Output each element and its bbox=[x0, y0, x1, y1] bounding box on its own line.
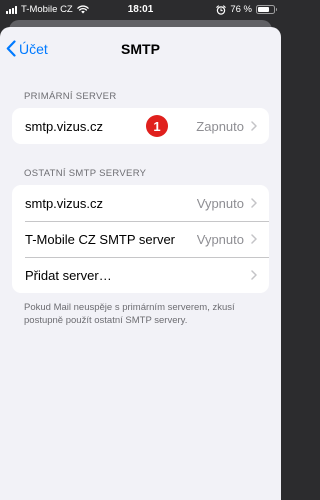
other-servers-header: OSTATNÍ SMTP SERVERY bbox=[24, 168, 147, 179]
chevron-right-icon bbox=[251, 198, 257, 208]
smtp-sheet: Účet SMTP PRIMÁRNÍ SERVER smtp.vizus.cz … bbox=[0, 27, 281, 500]
other-server-row-tmobile[interactable]: T-Mobile CZ SMTP server Vypnuto bbox=[12, 221, 269, 257]
primary-server-label: smtp.vizus.cz bbox=[25, 118, 104, 134]
other-server-status: Vypnuto bbox=[196, 231, 244, 247]
battery-percent: 76 % bbox=[230, 4, 252, 15]
primary-server-row[interactable]: smtp.vizus.cz 1 Zapnuto bbox=[12, 108, 269, 144]
other-servers-group: smtp.vizus.cz Vypnuto T-Mobile CZ SMTP s… bbox=[12, 185, 269, 293]
battery-level bbox=[258, 7, 270, 12]
add-server-label: Přidat server… bbox=[25, 267, 112, 283]
chevron-right-icon bbox=[251, 234, 257, 244]
status-right: 76 % bbox=[216, 4, 277, 15]
add-server-row[interactable]: Přidat server… bbox=[12, 257, 269, 293]
other-server-label: T-Mobile CZ SMTP server bbox=[25, 231, 176, 247]
primary-server-status: Zapnuto bbox=[196, 118, 244, 134]
alarm-icon bbox=[216, 4, 227, 15]
other-server-row-vizus[interactable]: smtp.vizus.cz Vypnuto bbox=[12, 185, 269, 221]
other-server-status: Vypnuto bbox=[196, 195, 244, 211]
chevron-right-icon bbox=[251, 121, 257, 131]
page-title: SMTP bbox=[121, 41, 160, 57]
step-badge: 1 bbox=[146, 115, 168, 137]
footer-note: Pokud Mail neuspěje s primárním serverem… bbox=[24, 302, 235, 326]
primary-server-group: smtp.vizus.cz 1 Zapnuto bbox=[12, 108, 269, 144]
other-server-label: smtp.vizus.cz bbox=[25, 195, 104, 211]
primary-server-header: PRIMÁRNÍ SERVER bbox=[24, 91, 117, 102]
chevron-right-icon bbox=[251, 270, 257, 280]
battery-icon bbox=[256, 5, 277, 14]
status-bar: T-Mobile CZ 18:01 76 % bbox=[0, 0, 281, 20]
navigation-bar: Účet SMTP bbox=[0, 27, 281, 73]
